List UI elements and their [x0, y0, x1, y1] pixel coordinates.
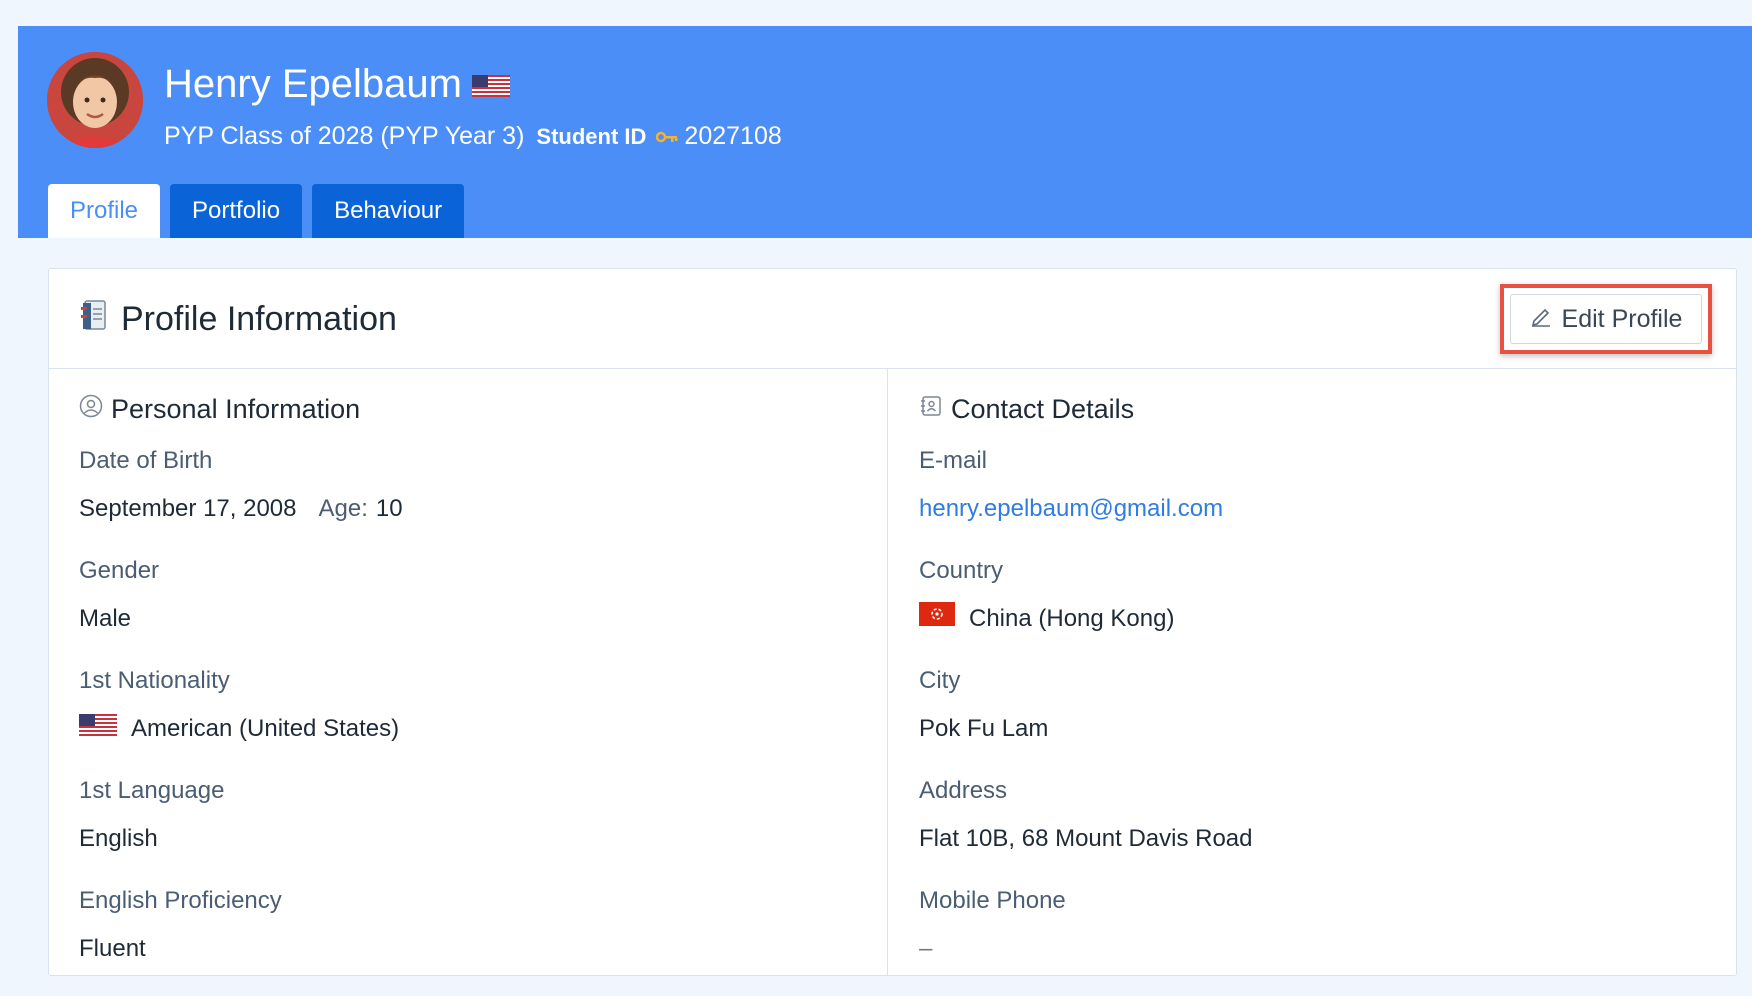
language-label: 1st Language	[79, 777, 225, 804]
age-label: Age:	[318, 495, 368, 522]
email-link[interactable]: henry.epelbaum@gmail.com	[919, 489, 1223, 529]
student-subline: PYP Class of 2028 (PYP Year 3) Student I…	[164, 122, 782, 151]
gender-label: Gender	[79, 557, 160, 584]
email-field: E-mail henry.epelbaum@gmail.com	[919, 445, 1699, 529]
personal-info-title-text: Personal Information	[111, 393, 361, 424]
country-value: China (Hong Kong)	[969, 605, 1175, 632]
dob-field: Date of Birth September 17, 2008 Age: 10	[79, 445, 859, 529]
student-avatar	[47, 52, 143, 148]
nationality-field: 1st Nationality American (United States)	[78, 665, 859, 749]
language-value: English	[79, 825, 158, 852]
pencil-icon	[1530, 305, 1552, 334]
dob-label: Date of Birth	[79, 447, 213, 474]
tab-portfolio[interactable]: Portfolio	[170, 184, 303, 238]
mobile-label: Mobile Phone	[919, 887, 1066, 914]
us-flag-icon	[78, 709, 118, 749]
language-field: 1st Language English	[79, 775, 859, 859]
age-value: 10	[375, 495, 403, 522]
edit-profile-label: Edit Profile	[1561, 304, 1683, 333]
city-label: City	[919, 667, 961, 694]
city-value: Pok Fu Lam	[919, 715, 1049, 742]
address-label: Address	[919, 777, 1008, 804]
mobile-value: –	[919, 935, 933, 962]
tab-behaviour[interactable]: Behaviour	[312, 184, 465, 238]
student-id-label: Student ID	[536, 123, 647, 149]
nationality-value-row: American (United States)	[78, 709, 859, 749]
profile-card-title: Profile Information	[79, 299, 397, 340]
edit-profile-button[interactable]: Edit Profile	[1510, 294, 1702, 344]
class-label: PYP Class of 2028 (PYP Year 3)	[164, 122, 525, 150]
address-field: Address Flat 10B, 68 Mount Davis Road	[919, 775, 1699, 859]
country-field: Country China (Hong Kong)	[919, 555, 1699, 639]
address-value: Flat 10B, 68 Mount Davis Road	[919, 825, 1253, 852]
tab-profile[interactable]: Profile	[48, 184, 161, 238]
student-name: Henry Epelbaum	[164, 62, 510, 107]
country-label: Country	[919, 557, 1004, 584]
email-value-row: henry.epelbaum@gmail.com	[919, 489, 1699, 529]
profile-card-header: Profile Information Edit Profile	[49, 269, 1736, 369]
nationality-label: 1st Nationality	[79, 667, 230, 694]
nationality-value: American (United States)	[131, 715, 400, 742]
dob-value-row: September 17, 2008 Age: 10	[79, 489, 859, 529]
proficiency-label: English Proficiency	[79, 887, 282, 914]
contact-details-title-text: Contact Details	[951, 393, 1135, 424]
user-circle-icon	[79, 394, 103, 425]
mobile-field: Mobile Phone –	[919, 885, 1699, 969]
contact-details-column: Contact Details E-mail henry.epelbaum@gm…	[919, 391, 1699, 995]
notebook-icon	[79, 299, 109, 340]
profile-card-title-text: Profile Information	[121, 300, 397, 338]
city-field: City Pok Fu Lam	[919, 665, 1699, 749]
country-value-row: China (Hong Kong)	[919, 599, 1699, 639]
gender-value: Male	[79, 605, 132, 632]
profile-card: Profile Information Edit Profile Persona…	[48, 268, 1737, 976]
edit-profile-highlight: Edit Profile	[1500, 284, 1712, 354]
profile-tabs: Profile Portfolio Behaviour	[48, 184, 465, 238]
contact-details-title: Contact Details	[919, 391, 1699, 427]
dob-value: September 17, 2008	[79, 495, 297, 522]
hong-kong-flag-icon	[919, 599, 955, 639]
student-id-value: 2027108	[684, 122, 782, 150]
student-header: Henry Epelbaum PYP Class of 2028 (PYP Ye…	[18, 26, 1752, 238]
proficiency-value: Fluent	[79, 935, 146, 962]
proficiency-field: English Proficiency Fluent	[79, 885, 859, 969]
student-name-text: Henry Epelbaum	[164, 62, 462, 106]
us-flag-icon	[471, 62, 510, 107]
key-icon	[656, 130, 678, 144]
contact-card-icon	[919, 394, 943, 425]
personal-info-column: Personal Information Date of Birth Septe…	[78, 391, 859, 995]
column-divider	[887, 369, 888, 975]
personal-info-title: Personal Information	[79, 391, 859, 427]
gender-field: Gender Male	[79, 555, 859, 639]
email-label: E-mail	[919, 447, 988, 474]
